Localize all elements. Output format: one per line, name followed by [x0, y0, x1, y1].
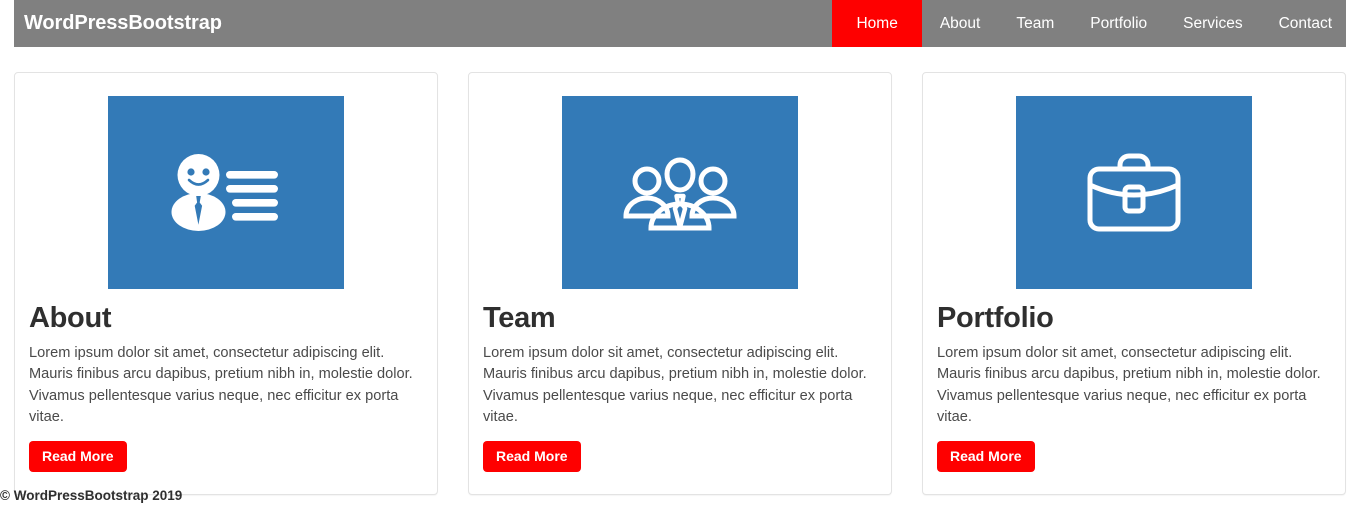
nav-item-about[interactable]: About	[922, 0, 999, 47]
nav-item-home[interactable]: Home	[832, 0, 922, 47]
feature-card-row: About Lorem ipsum dolor sit amet, consec…	[14, 72, 1346, 495]
card-title-portfolio: Portfolio	[937, 302, 1054, 334]
nav-item-portfolio[interactable]: Portfolio	[1072, 0, 1165, 47]
card-media-about	[15, 73, 437, 289]
media-box-team	[562, 96, 798, 289]
person-id-card-icon	[168, 152, 284, 234]
card-title-team: Team	[483, 302, 556, 334]
card-portfolio[interactable]: Portfolio Lorem ipsum dolor sit amet, co…	[922, 72, 1346, 495]
briefcase-icon	[1082, 149, 1186, 237]
media-box-portfolio	[1016, 96, 1252, 289]
card-team[interactable]: Team Lorem ipsum dolor sit amet, consect…	[468, 72, 892, 495]
footer-copyright: © WordPressBootstrap 2019	[0, 488, 183, 503]
card-media-team	[469, 73, 891, 289]
card-title-about: About	[29, 302, 112, 334]
people-group-icon	[621, 148, 739, 238]
card-body-team: Team Lorem ipsum dolor sit amet, consect…	[469, 289, 891, 494]
card-body-about: About Lorem ipsum dolor sit amet, consec…	[15, 289, 437, 494]
card-about[interactable]: About Lorem ipsum dolor sit amet, consec…	[14, 72, 438, 495]
card-text-team: Lorem ipsum dolor sit amet, consectetur …	[483, 344, 867, 426]
nav-item-contact[interactable]: Contact	[1261, 0, 1346, 47]
media-box-about	[108, 96, 344, 289]
read-more-button-portfolio[interactable]: Read More	[937, 440, 1035, 472]
nav-item-services[interactable]: Services	[1165, 0, 1260, 47]
card-text-portfolio: Lorem ipsum dolor sit amet, consectetur …	[937, 344, 1321, 426]
card-text-about: Lorem ipsum dolor sit amet, consectetur …	[29, 344, 413, 426]
read-more-button-about[interactable]: Read More	[29, 440, 127, 472]
main-navigation: Home About Team Portfolio Services Conta…	[832, 0, 1346, 47]
card-body-portfolio: Portfolio Lorem ipsum dolor sit amet, co…	[923, 289, 1345, 494]
top-navbar: WordPressBootstrap Home About Team Portf…	[14, 0, 1346, 47]
site-brand[interactable]: WordPressBootstrap	[14, 12, 222, 35]
nav-item-team[interactable]: Team	[998, 0, 1072, 47]
card-media-portfolio	[923, 73, 1345, 289]
read-more-button-team[interactable]: Read More	[483, 440, 581, 472]
